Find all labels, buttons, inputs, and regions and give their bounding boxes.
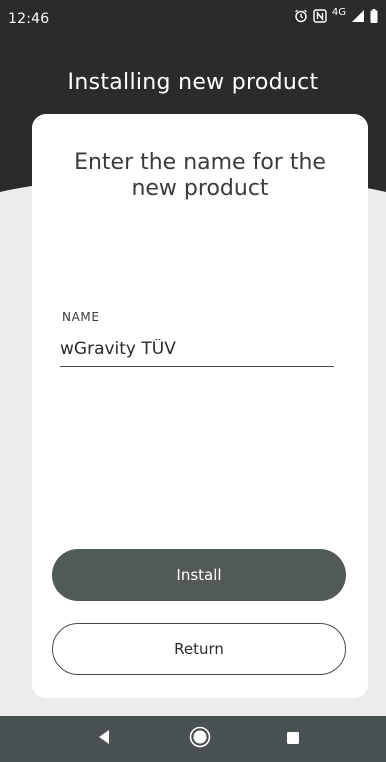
name-field[interactable] — [60, 334, 334, 367]
name-entry-card: Enter the name for the new product NAME … — [32, 114, 368, 698]
status-bar: 12:46 4G — [0, 0, 386, 40]
install-button[interactable]: Install — [52, 549, 346, 601]
recents-icon — [286, 730, 300, 749]
home-button[interactable] — [170, 716, 230, 762]
home-icon — [189, 726, 211, 752]
battery-icon — [370, 9, 378, 23]
name-field-label: NAME — [62, 310, 100, 324]
status-icons: 4G — [294, 6, 378, 23]
status-time: 12:46 — [8, 11, 50, 27]
back-icon — [97, 729, 111, 749]
network-type: 4G — [331, 6, 346, 18]
card-title: Enter the name for the new product — [74, 150, 326, 201]
signal-icon — [351, 9, 365, 23]
recents-button[interactable] — [263, 716, 323, 762]
alarm-icon — [294, 9, 308, 23]
navigation-bar — [0, 716, 386, 762]
app-screen: 12:46 4G Installing new product Enter th… — [0, 0, 386, 762]
page-title: Installing new product — [67, 70, 319, 95]
nfc-icon — [313, 9, 327, 23]
back-button[interactable] — [74, 716, 134, 762]
return-button[interactable]: Return — [52, 623, 346, 675]
